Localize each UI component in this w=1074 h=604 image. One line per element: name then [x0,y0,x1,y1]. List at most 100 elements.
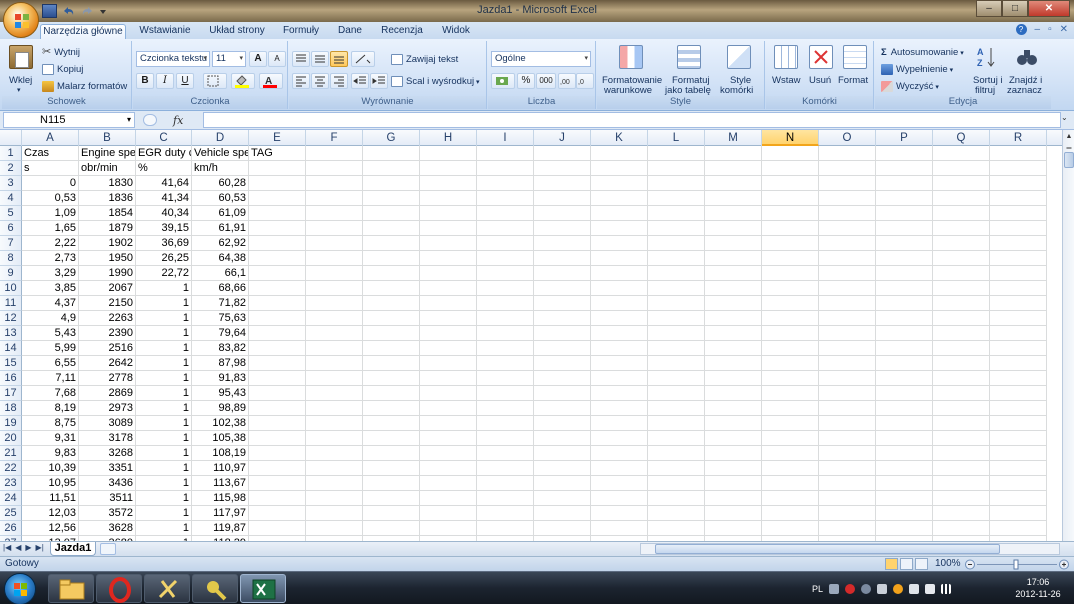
row-header[interactable]: 17 [0,386,22,401]
cell-l13[interactable] [648,326,705,341]
column-header-f[interactable]: F [306,130,363,146]
cell-l18[interactable] [648,401,705,416]
paste-button[interactable]: Wklej ▾ [6,43,36,94]
cell-a9[interactable]: 3,29 [22,266,79,281]
column-header-g[interactable]: G [363,130,420,146]
cell-i1[interactable] [477,146,534,161]
cell-l2[interactable] [648,161,705,176]
cell-d9[interactable]: 66,1 [192,266,249,281]
cell-c3[interactable]: 41,64 [136,176,192,191]
cell-c7[interactable]: 36,69 [136,236,192,251]
cell-q20[interactable] [933,431,990,446]
cell-l14[interactable] [648,341,705,356]
cell-d15[interactable]: 87,98 [192,356,249,371]
cell-i4[interactable] [477,191,534,206]
cell-m6[interactable] [705,221,762,236]
cell-c15[interactable]: 1 [136,356,192,371]
select-all-corner[interactable] [0,130,22,146]
cell-b8[interactable]: 1950 [79,251,136,266]
cell-h25[interactable] [420,506,477,521]
language-indicator[interactable]: PL [812,584,823,594]
signal-icon[interactable] [941,584,952,594]
cell-f1[interactable] [306,146,363,161]
decrease-indent-button[interactable] [351,73,369,89]
cell-q10[interactable] [933,281,990,296]
column-header-o[interactable]: O [819,130,876,146]
cell-b3[interactable]: 1830 [79,176,136,191]
cell-o23[interactable] [819,476,876,491]
cell-k11[interactable] [591,296,648,311]
cell-o2[interactable] [819,161,876,176]
cell-j10[interactable] [534,281,591,296]
cell-f26[interactable] [306,521,363,536]
cell-c2[interactable]: % [136,161,192,176]
name-box[interactable]: N115 ▾ [3,112,135,128]
cell-j18[interactable] [534,401,591,416]
cell-n25[interactable] [762,506,819,521]
cell-q7[interactable] [933,236,990,251]
sort-filter-button[interactable]: AZ Sortuj i filtruj [971,43,1005,96]
cell-o10[interactable] [819,281,876,296]
cell-l17[interactable] [648,386,705,401]
taskbar-opera[interactable] [96,574,142,603]
underline-button[interactable]: U [176,73,194,89]
cell-m5[interactable] [705,206,762,221]
cell-e2[interactable] [249,161,306,176]
cell-q11[interactable] [933,296,990,311]
bold-button[interactable]: B [136,73,154,89]
cell-o19[interactable] [819,416,876,431]
cell-i7[interactable] [477,236,534,251]
row-header[interactable]: 22 [0,461,22,476]
cell-q18[interactable] [933,401,990,416]
vertical-scroll-thumb[interactable] [1064,152,1074,168]
decrease-decimal-button[interactable]: ,0 [576,73,594,89]
cell-g19[interactable] [363,416,420,431]
cell-l16[interactable] [648,371,705,386]
cell-e5[interactable] [249,206,306,221]
cell-q12[interactable] [933,311,990,326]
cell-k9[interactable] [591,266,648,281]
cell-r10[interactable] [990,281,1047,296]
row-header[interactable]: 1 [0,146,22,161]
cell-k22[interactable] [591,461,648,476]
cell-l5[interactable] [648,206,705,221]
clear-button[interactable]: Wyczyść ▾ [881,81,939,93]
row-header[interactable]: 3 [0,176,22,191]
cell-m14[interactable] [705,341,762,356]
cell-d2[interactable]: km/h [192,161,249,176]
align-top-button[interactable] [292,51,310,67]
shrink-font-button[interactable]: A [268,51,286,67]
cell-c5[interactable]: 40,34 [136,206,192,221]
format-cells-button[interactable]: Format [838,43,872,95]
cell-r24[interactable] [990,491,1047,506]
cell-n19[interactable] [762,416,819,431]
cell-e20[interactable] [249,431,306,446]
cell-m24[interactable] [705,491,762,506]
cell-l20[interactable] [648,431,705,446]
cell-q14[interactable] [933,341,990,356]
cell-h21[interactable] [420,446,477,461]
cell-o4[interactable] [819,191,876,206]
cell-c6[interactable]: 39,15 [136,221,192,236]
cell-r2[interactable] [990,161,1047,176]
cell-a3[interactable]: 0 [22,176,79,191]
cell-g10[interactable] [363,281,420,296]
cell-d13[interactable]: 79,64 [192,326,249,341]
cell-p20[interactable] [876,431,933,446]
cell-q19[interactable] [933,416,990,431]
cell-f20[interactable] [306,431,363,446]
cell-r15[interactable] [990,356,1047,371]
insert-function-button[interactable]: fx [173,114,183,127]
cell-r23[interactable] [990,476,1047,491]
cell-c1[interactable]: EGR duty cycle [136,146,192,161]
cell-g13[interactable] [363,326,420,341]
cell-l9[interactable] [648,266,705,281]
cell-d21[interactable]: 108,19 [192,446,249,461]
volume-icon[interactable] [925,584,936,594]
cell-h6[interactable] [420,221,477,236]
cell-e26[interactable] [249,521,306,536]
cell-o1[interactable] [819,146,876,161]
cell-i17[interactable] [477,386,534,401]
help-icon[interactable]: ? [1015,24,1027,35]
cell-c18[interactable]: 1 [136,401,192,416]
